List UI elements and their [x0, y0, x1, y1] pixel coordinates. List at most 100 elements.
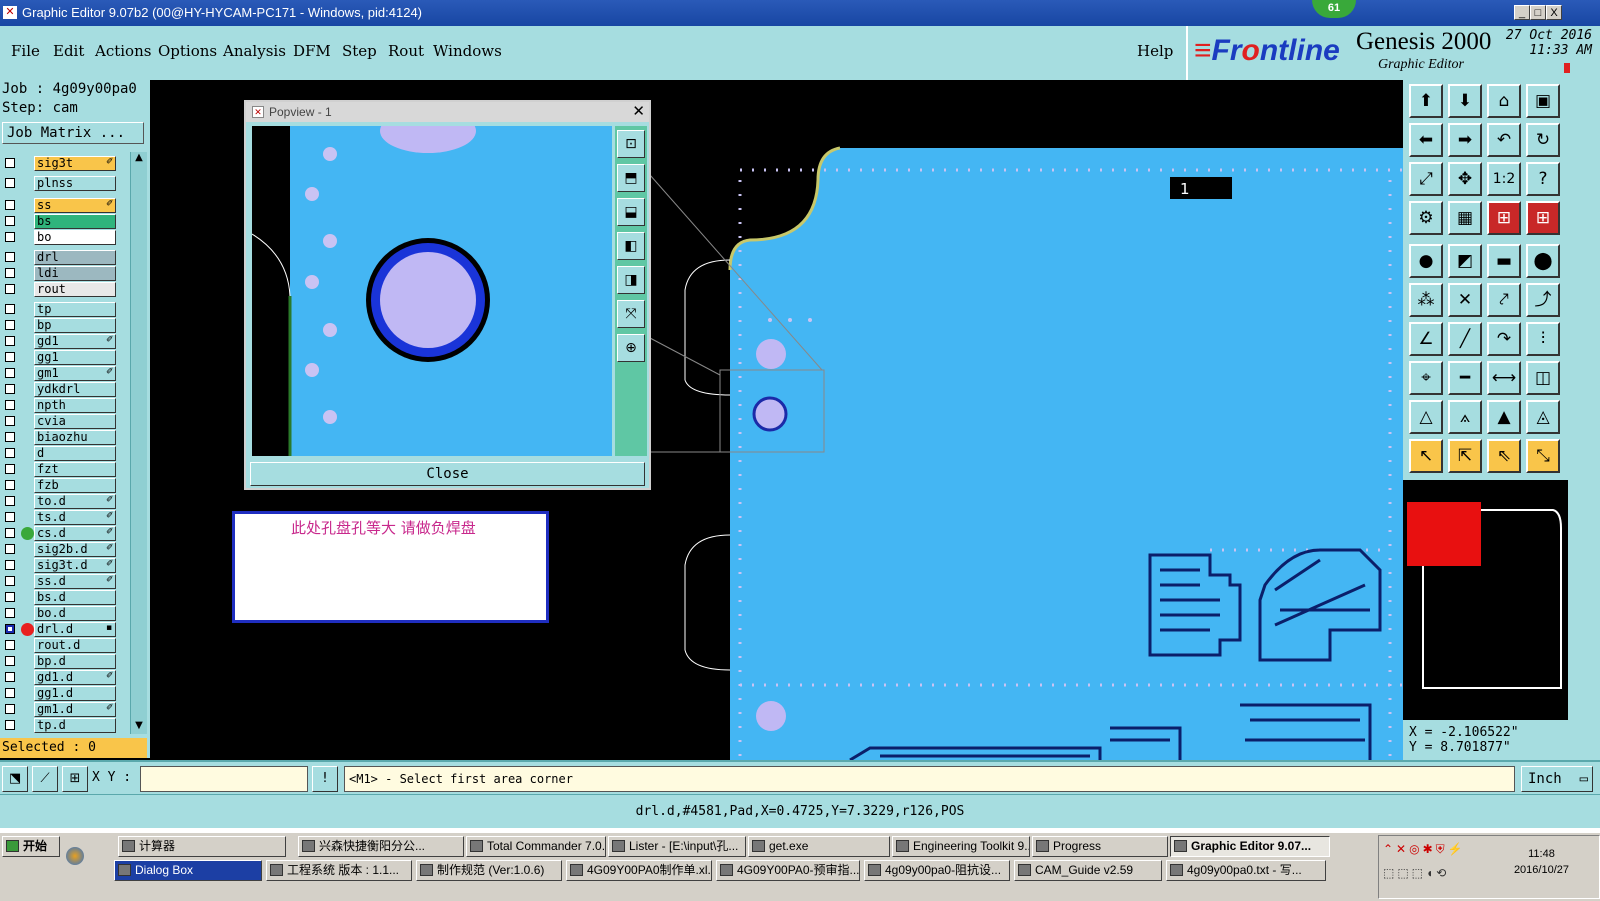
layer-name[interactable]: bs [34, 214, 116, 229]
layer-name[interactable]: cs.d [34, 526, 116, 541]
layer-checkbox[interactable] [5, 352, 15, 362]
taskbar-item[interactable]: Dialog Box [114, 860, 262, 881]
layer-name[interactable]: bs.d [34, 590, 116, 605]
menu-analysis[interactable]: Analysis [223, 42, 286, 60]
popview-canvas[interactable] [252, 126, 612, 456]
taskbar-item[interactable]: get.exe [748, 836, 890, 857]
quick-launch-icon[interactable] [66, 847, 84, 865]
pop-pan-up-icon[interactable]: ⬒ [617, 164, 645, 192]
layer-checkbox[interactable] [5, 688, 15, 698]
layer-name[interactable]: d [34, 446, 116, 461]
shapes-icon[interactable]: ◫ [1526, 361, 1560, 395]
layer-checkbox[interactable] [5, 232, 15, 242]
layer-name[interactable]: ydkdrl [34, 382, 116, 397]
taskbar-item[interactable]: Total Commander 7.0... [466, 836, 606, 857]
layer-checkbox[interactable] [5, 158, 15, 168]
move-point-icon[interactable]: ⌖ [1409, 361, 1443, 395]
layer-checkbox[interactable] [5, 216, 15, 226]
undo-view-icon[interactable]: ↶ [1487, 123, 1521, 157]
taskbar-item[interactable]: 4g09y00pa0.txt - 写... [1166, 860, 1326, 881]
layer-checkbox[interactable] [5, 672, 15, 682]
layer-row[interactable]: bo.d [0, 606, 150, 621]
node-link-icon[interactable]: ⁂ [1409, 283, 1443, 317]
layer-name[interactable]: gd1 [34, 334, 116, 349]
layer-row[interactable]: ss ✐ [0, 198, 150, 213]
layer-row[interactable]: biaozhu [0, 430, 150, 445]
pop-pan-right-icon[interactable]: ◨ [617, 266, 645, 294]
layer-name[interactable]: sig3t [34, 156, 116, 171]
taskbar-item[interactable]: 工程系统 版本 : 1.1... [266, 860, 412, 881]
layer-name[interactable]: gd1.d [34, 670, 116, 685]
line-red-icon[interactable]: ━ [1448, 361, 1482, 395]
pan-left-icon[interactable]: ⬅ [1409, 123, 1443, 157]
layer-row[interactable]: ts.d ✐ [0, 510, 150, 525]
layer-row[interactable]: rout [0, 282, 150, 297]
taskbar-item[interactable]: 4G09Y00PA0-预审指... [716, 860, 860, 881]
taskbar-item[interactable]: Progress [1032, 836, 1168, 857]
home-icon[interactable]: ⌂ [1487, 84, 1521, 118]
select-path-icon[interactable]: ⤡ [1526, 439, 1560, 473]
bang-button[interactable]: ! [312, 766, 338, 792]
layer-checkbox[interactable] [5, 656, 15, 666]
layer-row[interactable]: bp [0, 318, 150, 333]
layer-row[interactable]: cs.d ✐ [0, 526, 150, 541]
triangle-split-icon[interactable]: ⟑ [1448, 400, 1482, 434]
layer-checkbox[interactable] [5, 576, 15, 586]
layer-checkbox[interactable] [5, 336, 15, 346]
slash-icon[interactable]: ╱ [1448, 322, 1482, 356]
menu-dfm[interactable]: DFM [293, 42, 331, 60]
help-icon[interactable]: ? [1526, 162, 1560, 196]
layer-row[interactable]: bp.d [0, 654, 150, 669]
layer-name[interactable]: tp.d [34, 718, 116, 733]
triangle-icon[interactable]: △ [1409, 400, 1443, 434]
menu-options[interactable]: Options [158, 42, 217, 60]
layer-row[interactable]: rout.d [0, 638, 150, 653]
layer-row[interactable]: plnss [0, 176, 150, 191]
menu-file[interactable]: File [11, 42, 40, 60]
layer-row[interactable]: drl [0, 250, 150, 265]
job-matrix-button[interactable]: Job Matrix ... [2, 122, 144, 144]
layer-name[interactable]: ss [34, 198, 116, 213]
layer-checkbox[interactable] [5, 252, 15, 262]
layer-checkbox[interactable] [5, 268, 15, 278]
pan-up-icon[interactable]: ⬆ [1409, 84, 1443, 118]
layer-row[interactable]: gg1 [0, 350, 150, 365]
layer-row[interactable]: tp [0, 302, 150, 317]
layer-row[interactable]: gm1 ✐ [0, 366, 150, 381]
cross-icon[interactable]: ✕ [1448, 283, 1482, 317]
layer-row[interactable]: gd1.d ✐ [0, 670, 150, 685]
layer-checkbox[interactable] [5, 432, 15, 442]
layer-row[interactable]: ldi [0, 266, 150, 281]
zoom-one-to-two-icon[interactable]: 1:2 [1487, 162, 1521, 196]
pop-zoom-out-icon[interactable]: ⊕ [617, 334, 645, 362]
layer-row[interactable]: tp.d [0, 718, 150, 733]
layer-checkbox[interactable] [5, 704, 15, 714]
menu-actions[interactable]: Actions [95, 42, 151, 60]
measure-mode-icon[interactable]: ⟋ [32, 766, 58, 792]
layer-checkbox[interactable] [5, 480, 15, 490]
pan-down-icon[interactable]: ⬇ [1448, 84, 1482, 118]
layer-row[interactable]: sig3t.d ✐ [0, 558, 150, 573]
layer-name[interactable]: sig3t.d [34, 558, 116, 573]
layer-checkbox[interactable] [5, 624, 15, 634]
layer-checkbox[interactable] [5, 400, 15, 410]
layer-row[interactable]: sig3t ✐ [0, 156, 150, 171]
layer-name[interactable]: plnss [34, 176, 116, 191]
menu-edit[interactable]: Edit [53, 42, 84, 60]
rotate-icon[interactable]: ↷ [1487, 322, 1521, 356]
layer-name[interactable]: rout [34, 282, 116, 297]
menu-windows[interactable]: Windows [433, 42, 502, 60]
layer-checkbox[interactable] [5, 416, 15, 426]
layer-row[interactable]: npth [0, 398, 150, 413]
layer-checkbox[interactable] [5, 304, 15, 314]
layer-name[interactable]: biaozhu [34, 430, 116, 445]
close-button[interactable]: X [1546, 5, 1562, 20]
select-arrow-icon[interactable]: ↖ [1409, 439, 1443, 473]
notification-badge[interactable]: 61 [1312, 0, 1356, 18]
scroll-up-icon[interactable]: ▲ [132, 152, 146, 166]
layer-name[interactable]: gg1.d [34, 686, 116, 701]
layer-name[interactable]: bp.d [34, 654, 116, 669]
layer-checkbox[interactable] [5, 512, 15, 522]
layer-name[interactable]: cvia [34, 414, 116, 429]
layer-name[interactable]: ldi [34, 266, 116, 281]
